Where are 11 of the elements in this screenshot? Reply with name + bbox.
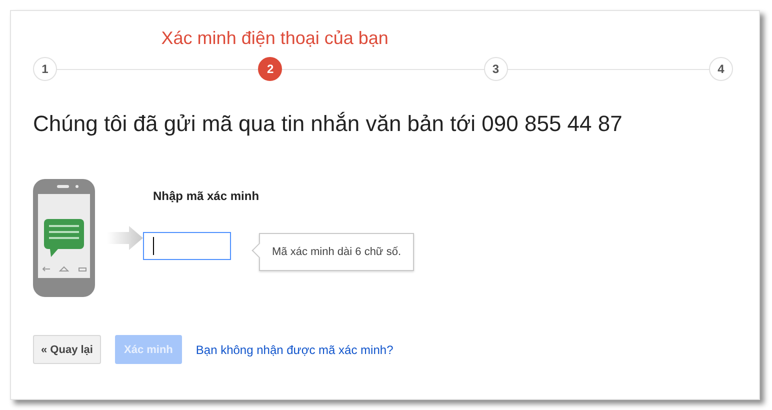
back-button[interactable]: « Quay lại — [33, 335, 101, 364]
step-indicator: 3 — [484, 57, 508, 81]
field-label: Nhập mã xác minh — [153, 189, 260, 203]
step-indicator: 2 — [258, 57, 282, 81]
heading: Chúng tôi đã gửi mã qua tin nhắn văn bản tới 090 855 44 87 — [33, 111, 624, 137]
step-indicator: 1 — [33, 57, 57, 81]
hint-tooltip: Mã xác minh dài 6 chữ số. — [252, 233, 414, 271]
resend-link[interactable]: Bạn không nhận được mã xác minh? — [196, 342, 394, 356]
step-indicator: 4 — [708, 57, 733, 81]
step-title: Xác minh điện thoại của bạn — [161, 28, 388, 49]
code-input-field[interactable] — [143, 232, 231, 260]
